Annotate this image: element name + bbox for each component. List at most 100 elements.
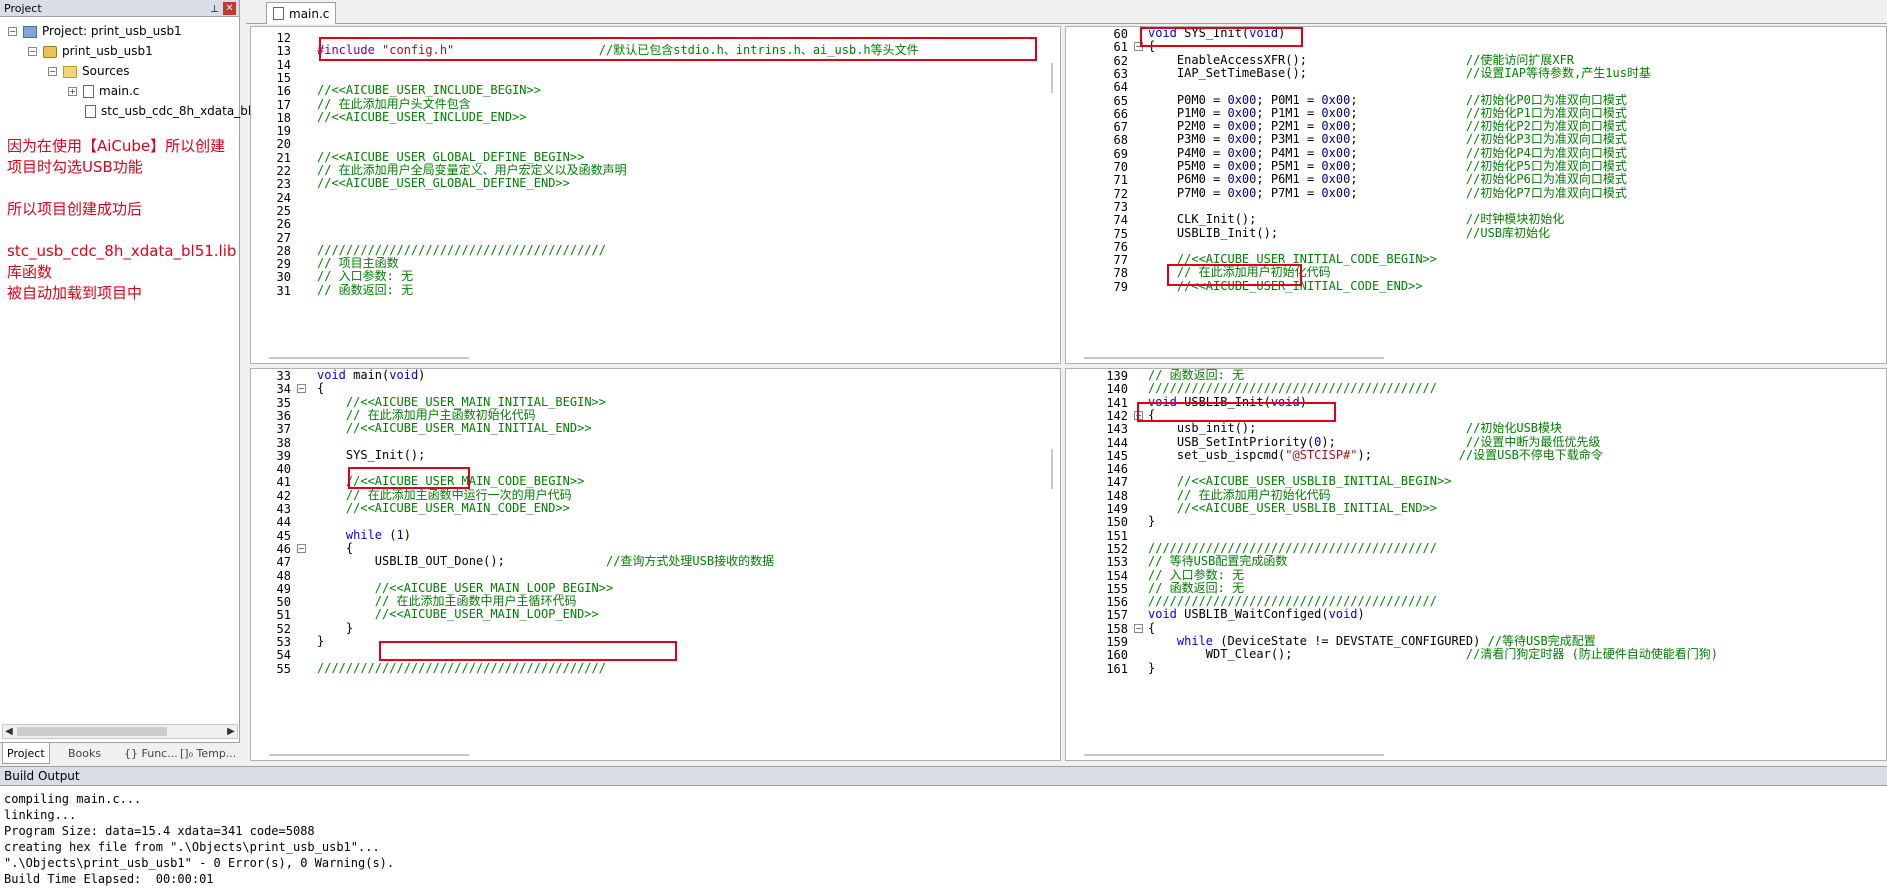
line-number: 79 bbox=[1113, 279, 1128, 294]
code-line[interactable]: // 入口参数: 无 bbox=[1148, 568, 1244, 582]
code-line[interactable]: } bbox=[317, 634, 324, 648]
tab-label: main.c bbox=[289, 7, 330, 21]
code-line[interactable]: SYS_Init(); bbox=[317, 448, 425, 462]
editor-pane-bottom-right[interactable]: 139 // 函数返回: 无 140 ////////////////////////… bbox=[1065, 368, 1887, 761]
fold-toggle-icon[interactable]: − bbox=[297, 543, 306, 553]
code-line[interactable]: } bbox=[317, 621, 353, 635]
line-number: 20 bbox=[276, 137, 291, 152]
code-line[interactable]: P6M0 = 0x00; P6M1 = 0x00; //初始化P6口为准双向口模… bbox=[1148, 172, 1627, 186]
code-line[interactable]: // 函数返回: 无 bbox=[1148, 369, 1244, 382]
code-line[interactable]: // 在此添加用户初始化代码 bbox=[1148, 488, 1331, 502]
tab-functions[interactable]: {} Func... bbox=[120, 743, 182, 764]
code-line[interactable]: //////////////////////////////////////// bbox=[317, 661, 606, 675]
code-line[interactable]: USBLIB_OUT_Done(); //查询方式处理USB接收的数据 bbox=[317, 554, 774, 568]
tab-books[interactable]: Books bbox=[64, 743, 105, 764]
project-bottom-tabs: Project Books {} Func... []₀ Temp... bbox=[0, 742, 240, 764]
code-line[interactable]: //////////////////////////////////////// bbox=[1148, 594, 1437, 608]
line-number: 70 bbox=[1113, 160, 1128, 174]
fold-toggle-icon[interactable]: − bbox=[297, 384, 306, 394]
line-number: 23 bbox=[276, 177, 291, 192]
code-line[interactable]: void main(void) bbox=[317, 369, 425, 382]
line-number: 44 bbox=[276, 515, 291, 530]
code-line[interactable]: // 在此添加用户主函数初始化代码 bbox=[317, 408, 536, 422]
code-line[interactable]: //<<AICUBE_USER_INCLUDE_END>> bbox=[317, 110, 527, 124]
scroll-left-icon[interactable]: ◀ bbox=[3, 725, 15, 738]
code-line[interactable]: // 入口参数: 无 bbox=[317, 270, 413, 283]
code-line[interactable]: // 在此添加用户头文件包含 bbox=[317, 97, 471, 111]
tab-templates[interactable]: []₀ Temp... bbox=[176, 743, 240, 764]
code-line[interactable]: CLK_Init(); //时钟模块初始化 bbox=[1148, 212, 1564, 226]
editor-pane-bottom-left[interactable]: 33 void main(void) 34−{35 //<<AICUBE_USER_… bbox=[250, 368, 1061, 761]
vertical-scrollbar-thumb[interactable] bbox=[1051, 449, 1053, 489]
pin-icon[interactable]: ⊥ bbox=[210, 1, 219, 18]
horizontal-scrollbar-thumb[interactable] bbox=[269, 754, 469, 756]
close-icon[interactable]: ✕ bbox=[223, 2, 236, 15]
tree-item-lib[interactable]: stc_usb_cdc_8h_xdata_bl bbox=[85, 101, 251, 121]
code-line[interactable]: //<<AICUBE_USER_MAIN_CODE_END>> bbox=[317, 501, 570, 515]
code-line[interactable]: P0M0 = 0x00; P0M1 = 0x00; //初始化P0口为准双向口模… bbox=[1148, 93, 1627, 107]
code-line[interactable]: //<<AICUBE_USER_USBLIB_INITIAL_END>> bbox=[1148, 501, 1437, 515]
line-number: 156 bbox=[1106, 595, 1128, 610]
code-line[interactable]: P3M0 = 0x00; P3M1 = 0x00; //初始化P3口为准双向口模… bbox=[1148, 133, 1627, 147]
tree-item-label: stc_usb_cdc_8h_xdata_bl bbox=[101, 104, 252, 118]
collapse-toggle-icon[interactable]: − bbox=[48, 67, 57, 76]
scroll-right-icon[interactable]: ▶ bbox=[225, 725, 237, 738]
code-line[interactable]: P7M0 = 0x00; P7M1 = 0x00; //初始化P7口为准双向口模… bbox=[1148, 186, 1627, 200]
code-line[interactable]: // 等待USB配置完成函数 bbox=[1148, 555, 1287, 568]
editor-pane-top-right[interactable]: 60 void SYS_Init(void) 61−{62 EnableAccess… bbox=[1065, 26, 1887, 364]
fold-toggle-icon[interactable]: − bbox=[1134, 623, 1143, 633]
code-line[interactable]: set_usb_ispcmd("@STCISP#"); //设置USB不停电下载… bbox=[1148, 448, 1603, 462]
code-line[interactable]: // 在此添加主函数中用户主循环代码 bbox=[317, 594, 577, 608]
code-line[interactable]: usb_init(); //初始化USB模块 bbox=[1148, 421, 1562, 435]
code-line[interactable]: //<<AICUBE_USER_INCLUDE_BEGIN>> bbox=[317, 84, 541, 97]
tree-item-target[interactable]: − print_usb_usb1 bbox=[28, 41, 153, 61]
project-horizontal-scrollbar[interactable]: ◀ ▶ bbox=[2, 724, 238, 739]
collapse-toggle-icon[interactable]: − bbox=[28, 47, 37, 56]
tree-item-project[interactable]: − Project: print_usb_usb1 bbox=[8, 21, 182, 41]
code-line[interactable]: } bbox=[1148, 514, 1155, 528]
code-line[interactable]: EnableAccessXFR(); //使能访问扩展XFR bbox=[1148, 53, 1574, 67]
code-line[interactable]: //////////////////////////////////////// bbox=[1148, 382, 1437, 395]
code-line[interactable]: //<<AICUBE_USER_USBLIB_INITIAL_BEGIN>> bbox=[1148, 475, 1452, 488]
line-number: 146 bbox=[1106, 462, 1128, 477]
code-line[interactable]: //<<AICUBE_USER_GLOBAL_DEFINE_END>> bbox=[317, 177, 570, 190]
scrollbar-thumb[interactable] bbox=[17, 727, 167, 736]
vertical-scrollbar-thumb[interactable] bbox=[1051, 63, 1053, 93]
editor-pane-top-left[interactable]: 12 13 #include "config.h" //默认已包含stdio.h、i… bbox=[250, 26, 1061, 364]
code-line[interactable]: P4M0 = 0x00; P4M1 = 0x00; //初始化P4口为准双向口模… bbox=[1148, 146, 1627, 160]
tree-item-label: Project: print_usb_usb1 bbox=[42, 24, 182, 38]
horizontal-scrollbar-thumb[interactable] bbox=[1084, 754, 1384, 756]
code-line[interactable]: { bbox=[317, 381, 324, 395]
code-line[interactable]: //<<AICUBE_USER_MAIN_INITIAL_END>> bbox=[317, 422, 592, 435]
code-line[interactable]: USB_SetIntPriority(0); //设置中断为最低优先级 bbox=[1148, 435, 1600, 449]
tab-main-c[interactable]: main.c bbox=[266, 2, 336, 24]
tab-project[interactable]: Project bbox=[2, 743, 50, 764]
collapse-toggle-icon[interactable]: − bbox=[8, 27, 17, 36]
code-line[interactable]: // 函数返回: 无 bbox=[317, 283, 413, 297]
code-line[interactable]: // 在此添加用户全局变量定义、用户宏定义以及函数声明 bbox=[317, 163, 627, 177]
code-line[interactable]: while (1) bbox=[317, 528, 411, 542]
code-line[interactable]: //<<AICUBE_USER_GLOBAL_DEFINE_BEGIN>> bbox=[317, 150, 584, 164]
code-line[interactable]: IAP_SetTimeBase(); //设置IAP等待参数,产生1us时基 bbox=[1148, 66, 1651, 80]
tree-item-sources[interactable]: − Sources bbox=[48, 61, 129, 81]
line-number: 145 bbox=[1106, 448, 1128, 463]
file-icon bbox=[85, 105, 96, 118]
note-line: 所以项目创建成功后 bbox=[7, 200, 143, 218]
code-line[interactable]: } bbox=[1148, 661, 1155, 675]
code-line[interactable]: // 函数返回: 无 bbox=[1148, 581, 1244, 595]
build-output-text[interactable]: compiling main.c... linking... Program S… bbox=[4, 791, 394, 887]
code-line[interactable]: // 在此添加主函数中运行一次的用户代码 bbox=[317, 488, 572, 502]
code-line[interactable]: WDT_Clear(); //清看门狗定时器 (防止硬件自动使能看门狗) bbox=[1148, 647, 1718, 661]
horizontal-scrollbar-thumb[interactable] bbox=[1084, 357, 1384, 359]
code-line[interactable]: { bbox=[1148, 621, 1155, 635]
note-line: stc_usb_cdc_8h_xdata_bl51.lib bbox=[7, 242, 237, 260]
code-line[interactable]: //<<AICUBE_USER_MAIN_LOOP_END>> bbox=[317, 608, 599, 621]
tree-item-main-c[interactable]: + main.c bbox=[68, 81, 139, 101]
horizontal-scrollbar-thumb[interactable] bbox=[269, 357, 469, 359]
code-line[interactable]: //<<AICUBE_USER_MAIN_INITIAL_BEGIN>> bbox=[317, 395, 606, 409]
code-line[interactable]: void USBLIB_WaitConfiged(void) bbox=[1148, 608, 1365, 622]
code-line[interactable]: USBLIB_Init(); //USB库初始化 bbox=[1148, 226, 1550, 240]
note-line: 被自动加载到项目中 bbox=[7, 284, 143, 302]
project-panel-header: Project ⊥ ✕ bbox=[0, 0, 239, 17]
expand-toggle-icon[interactable]: + bbox=[68, 87, 77, 96]
